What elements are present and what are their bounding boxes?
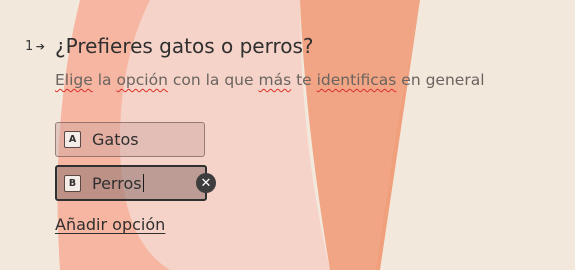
- option-b[interactable]: B Perros: [55, 165, 207, 201]
- option-label[interactable]: Gatos: [92, 130, 139, 149]
- description-word: identificas: [316, 71, 397, 89]
- description-text: con la que: [167, 71, 259, 89]
- description-text: te: [291, 71, 317, 89]
- description-word: opción: [116, 71, 168, 89]
- arrow-right-icon: ➔: [35, 40, 46, 53]
- question-number: 1 ➔: [25, 39, 46, 54]
- question-number-text: 1: [25, 39, 34, 54]
- question-title[interactable]: ¿Prefieres gatos o perros?: [55, 34, 314, 58]
- option-key-badge: A: [64, 131, 81, 148]
- description-text: en general: [396, 71, 485, 89]
- close-icon: ✕: [200, 175, 212, 191]
- question-description[interactable]: Elige la opción con la que más te identi…: [55, 71, 485, 89]
- description-word: Elige: [55, 71, 93, 89]
- option-label-text: Perros: [92, 174, 142, 193]
- option-a[interactable]: A Gatos: [55, 122, 205, 157]
- description-text: la: [92, 71, 117, 89]
- option-key-badge: B: [64, 175, 81, 192]
- option-label-input[interactable]: Perros: [92, 174, 144, 193]
- text-caret: [142, 174, 144, 192]
- remove-option-button[interactable]: ✕: [196, 173, 216, 193]
- description-word: más: [258, 71, 292, 89]
- add-option-link[interactable]: Añadir opción: [55, 215, 165, 234]
